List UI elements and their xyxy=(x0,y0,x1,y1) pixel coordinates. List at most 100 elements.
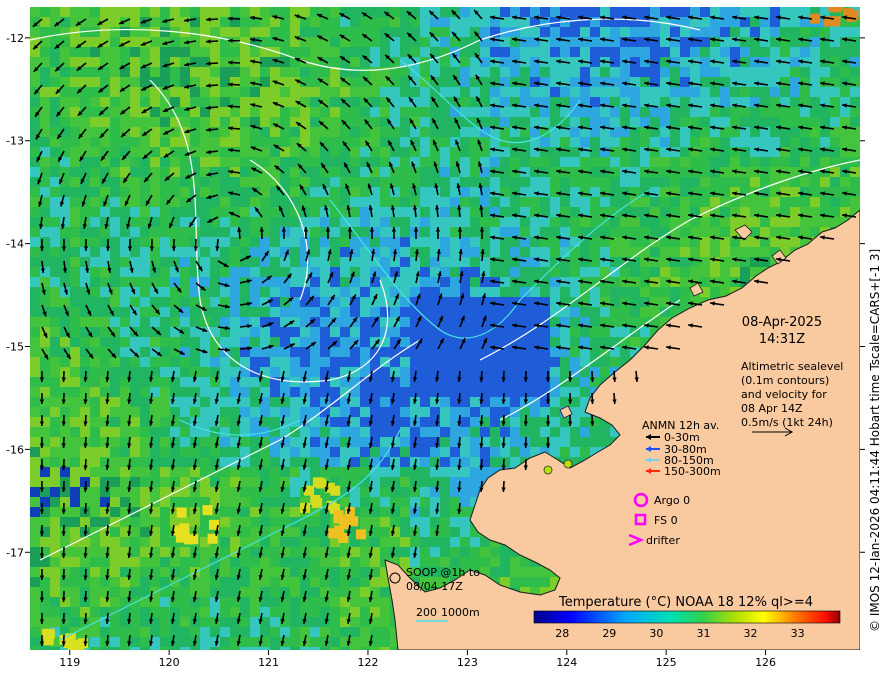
sst-cell xyxy=(590,217,600,227)
sst-cell xyxy=(330,17,340,27)
sst-cell xyxy=(820,197,830,207)
sst-cell xyxy=(780,197,790,207)
sst-cell xyxy=(240,307,250,317)
sst-cell xyxy=(180,217,190,227)
sst-cell xyxy=(410,347,420,357)
sst-cell xyxy=(460,417,470,427)
sst-cell xyxy=(60,227,70,237)
sst-cell xyxy=(540,147,550,157)
sst-cell xyxy=(120,497,130,507)
sst-cell xyxy=(70,77,80,87)
sst-cell xyxy=(380,157,390,167)
sst-cell xyxy=(220,107,230,117)
sst-cell xyxy=(330,87,340,97)
sst-cell xyxy=(70,447,80,457)
sst-cell xyxy=(120,477,130,487)
sst-cell xyxy=(90,447,100,457)
sst-cell xyxy=(450,297,460,307)
sst-cell xyxy=(460,237,470,247)
sst-cell xyxy=(470,417,480,427)
sst-cell xyxy=(440,127,450,137)
sst-cell xyxy=(370,137,380,147)
sst-cell xyxy=(560,357,570,367)
sst-cell xyxy=(460,177,470,187)
sst-cell xyxy=(760,257,770,267)
sst-cell xyxy=(550,7,560,17)
sst-cell xyxy=(620,197,630,207)
sst-cell xyxy=(410,247,420,257)
sst-cell xyxy=(550,187,560,197)
sst-cell xyxy=(70,467,80,477)
sst-cell xyxy=(60,137,70,147)
sst-cell xyxy=(360,217,370,227)
sst-cell xyxy=(460,527,470,537)
sst-cell xyxy=(710,227,720,237)
sst-cell xyxy=(600,77,610,87)
sst-cell xyxy=(700,217,710,227)
sst-cell xyxy=(800,197,810,207)
sst-cell xyxy=(820,117,830,127)
sst-cell xyxy=(570,387,580,397)
sst-cell xyxy=(70,337,80,347)
sst-cell xyxy=(310,257,320,267)
sst-cell xyxy=(590,197,600,207)
sst-cell xyxy=(340,337,350,347)
sst-cell xyxy=(520,307,530,317)
sst-cell xyxy=(50,507,60,517)
sst-cell xyxy=(580,417,590,427)
sst-cell xyxy=(100,507,110,517)
sst-cell xyxy=(240,527,250,537)
sst-cell xyxy=(270,597,280,607)
sst-cell xyxy=(440,207,450,217)
sst-cell xyxy=(440,77,450,87)
sst-cell xyxy=(270,547,280,557)
sst-cell xyxy=(100,577,110,587)
sst-cell xyxy=(420,347,430,357)
sst-cell xyxy=(70,567,80,577)
sst-cell xyxy=(190,67,200,77)
sst-cell xyxy=(500,67,510,77)
sst-cell xyxy=(540,7,550,17)
sst-cell xyxy=(40,47,50,57)
sst-cell xyxy=(310,517,320,527)
sst-cell xyxy=(160,307,170,317)
sst-cell xyxy=(50,227,60,237)
sst-cell xyxy=(70,327,80,337)
sst-cell xyxy=(780,217,790,227)
sst-cell xyxy=(170,137,180,147)
sst-cell xyxy=(270,237,280,247)
sst-cell xyxy=(50,597,60,607)
sst-cell xyxy=(720,67,730,77)
sst-cell xyxy=(430,427,440,437)
sst-cell xyxy=(410,227,420,237)
sst-cell xyxy=(50,57,60,67)
sst-cell xyxy=(280,147,290,157)
sst-cell xyxy=(30,267,40,277)
sst-cell xyxy=(300,7,310,17)
sst-cell xyxy=(570,337,580,347)
sst-cell xyxy=(550,407,560,417)
sst-cell xyxy=(30,317,40,327)
sst-cell xyxy=(290,567,300,577)
sst-cell xyxy=(210,227,220,237)
sst-cell xyxy=(400,187,410,197)
sst-cell xyxy=(540,257,550,267)
sst-cell xyxy=(330,77,340,87)
sst-cell xyxy=(680,77,690,87)
sst-cell xyxy=(690,107,700,117)
sst-cell xyxy=(220,207,230,217)
sst-cell xyxy=(610,247,620,257)
sst-cell xyxy=(420,507,430,517)
sst-cell xyxy=(380,367,390,377)
sst-cell xyxy=(230,317,240,327)
sst-cell xyxy=(360,197,370,207)
sst-cell xyxy=(30,497,40,507)
sst-cell xyxy=(500,357,510,367)
sst-cell xyxy=(210,27,220,37)
sst-cell xyxy=(820,67,830,77)
sst-cell xyxy=(680,87,690,97)
sst-cell xyxy=(450,267,460,277)
sst-cell xyxy=(530,237,540,247)
sst-cell xyxy=(560,87,570,97)
sst-cell xyxy=(510,187,520,197)
